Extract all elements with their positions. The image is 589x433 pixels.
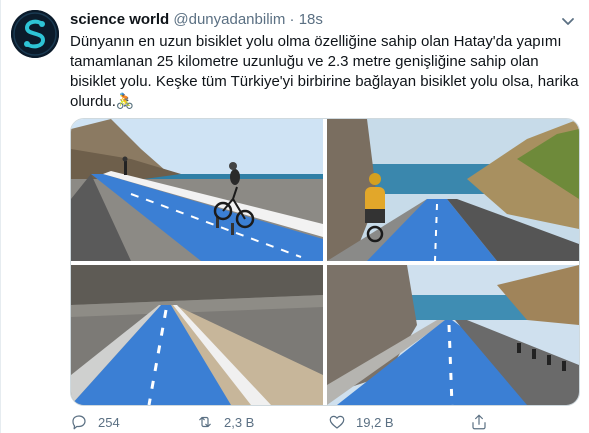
display-name[interactable]: science world <box>70 11 169 28</box>
bike-lane-photo <box>327 119 579 261</box>
like-button[interactable]: 19,2 B <box>328 413 394 431</box>
reply-button[interactable]: 254 <box>70 413 120 431</box>
photo-2[interactable] <box>327 119 579 261</box>
separator: · <box>289 11 295 28</box>
handle[interactable]: @dunyadanbilim <box>173 11 285 28</box>
timestamp[interactable]: 18s <box>299 11 323 28</box>
share-button[interactable] <box>470 413 488 431</box>
photo-1[interactable] <box>71 119 323 261</box>
avatar[interactable] <box>11 10 59 58</box>
retweet-icon <box>199 416 211 428</box>
tweet[interactable]: science world @dunyadanbilim · 18s Dünya… <box>0 0 589 433</box>
like-count: 19,2 B <box>356 414 394 430</box>
tweet-header: science world @dunyadanbilim · 18s <box>70 11 559 31</box>
heart-icon <box>329 415 345 429</box>
share-icon <box>472 414 486 430</box>
reply-icon <box>72 415 86 430</box>
tweet-text: Dünyanın en uzun bisiklet yolu olma özel… <box>70 32 580 112</box>
action-bar: 254 2,3 B 19,2 B <box>70 413 580 433</box>
photo-4[interactable] <box>327 265 579 405</box>
retweet-count: 2,3 B <box>224 414 255 430</box>
science-world-logo <box>11 10 59 58</box>
reply-count: 254 <box>98 414 120 430</box>
thread-line <box>0 0 1 433</box>
photo-grid <box>70 118 580 406</box>
bicycle-emoji: 🚴 <box>115 93 135 110</box>
bike-lane-photo <box>71 119 323 261</box>
photo-3[interactable] <box>71 265 323 405</box>
bike-lane-photo <box>71 265 323 405</box>
chevron-down-icon[interactable] <box>559 12 577 30</box>
retweet-button[interactable]: 2,3 B <box>196 413 254 431</box>
tweet-body: Dünyanın en uzun bisiklet yolu olma özel… <box>70 33 579 110</box>
bike-lane-photo <box>327 265 579 405</box>
